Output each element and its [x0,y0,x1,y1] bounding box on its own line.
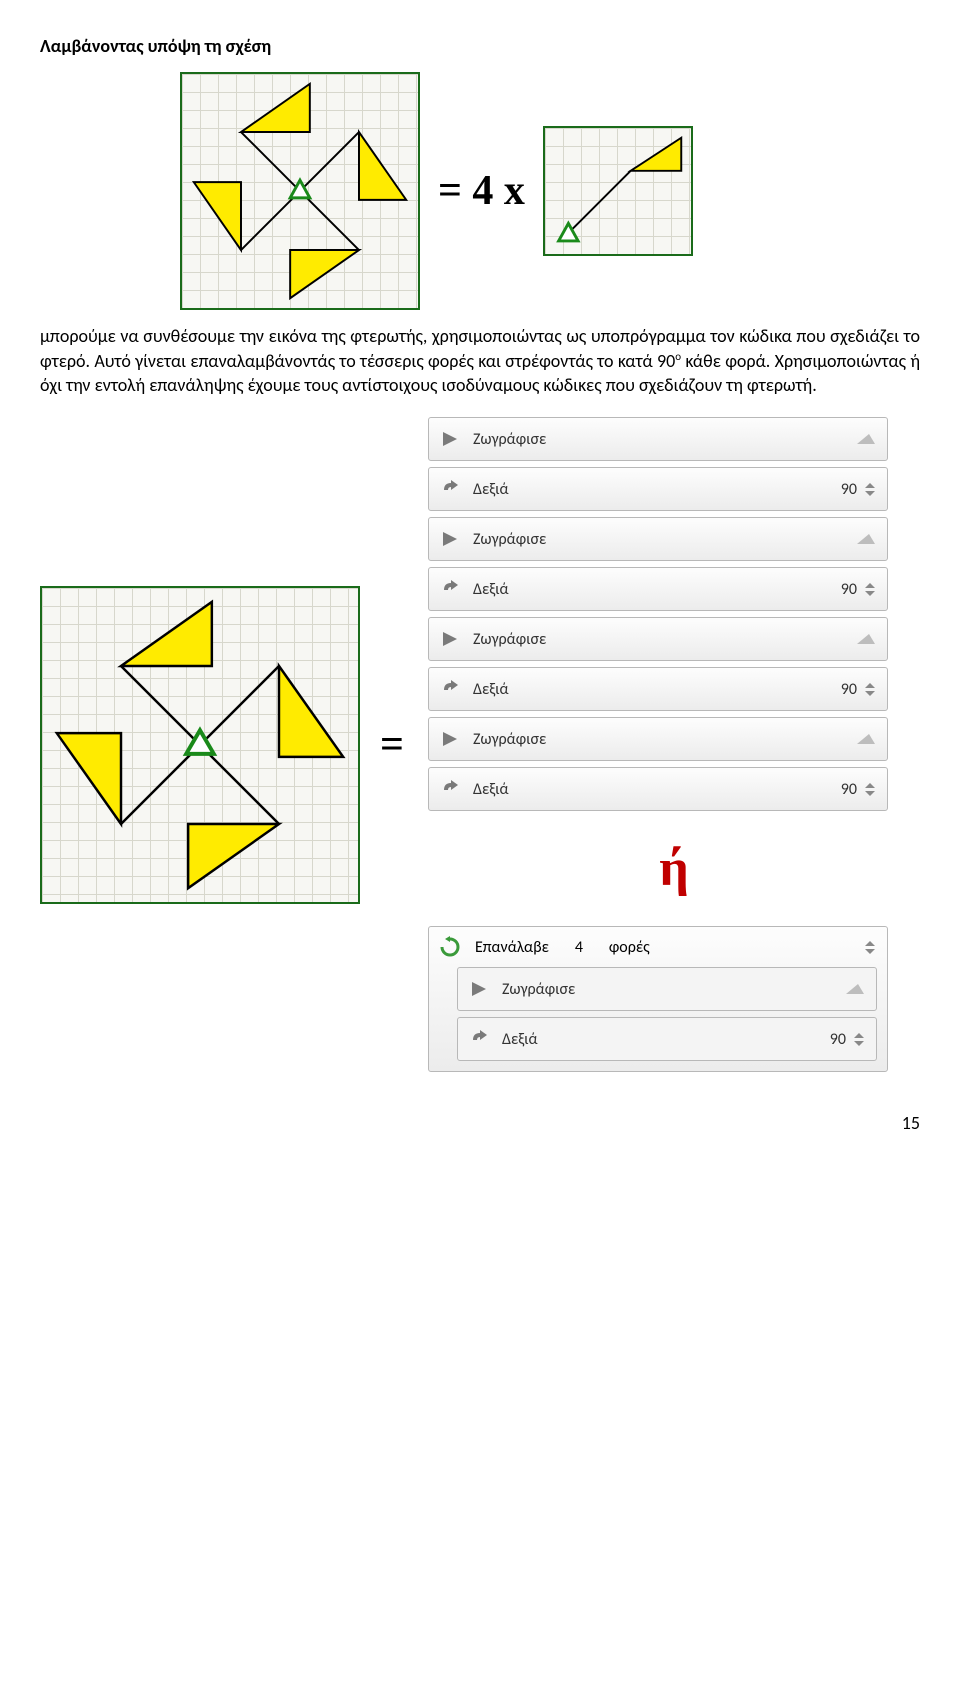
cmd-label: Δεξιά [473,480,509,499]
cmd-label: Ζωγράφισε [473,430,546,449]
cmd-right[interactable]: Δεξιά 90 [428,667,888,711]
cmd-right[interactable]: Δεξιά 90 [428,567,888,611]
equation-2: = Ζωγράφισε Δεξιά 90 Ζωγράφισε [40,417,920,1072]
turtle-icon [855,632,877,646]
repeat-suffix: φορές [609,938,650,957]
repeat-body: Ζωγράφισε Δεξιά 90 [439,967,877,1061]
turn-right-icon [441,780,459,798]
repeat-count: 4 [567,938,591,957]
repeat-icon [439,936,461,958]
code-column: Ζωγράφισε Δεξιά 90 Ζωγράφισε Δεξιά [428,417,920,1072]
paragraph-body: μπορούμε να συνθέσουμε την εικόνα της φτ… [40,324,920,397]
cmd-right[interactable]: Δεξιά 90 [457,1017,877,1061]
cmd-label: Ζωγράφισε [473,730,546,749]
turtle-icon [855,732,877,746]
cmd-value: 90 [817,480,857,499]
cmd-draw[interactable]: Ζωγράφισε [428,617,888,661]
windmill-canvas-large [40,586,360,904]
play-icon [441,630,459,648]
value-spinner[interactable] [865,935,877,959]
cmd-label: Ζωγράφισε [473,630,546,649]
value-spinner[interactable] [865,777,877,801]
single-blade-drawing [545,128,691,255]
cmd-label: Ζωγράφισε [473,530,546,549]
repeat-header: Επανάλαβε 4 φορές [439,935,877,959]
cmd-right[interactable]: Δεξιά 90 [428,767,888,811]
windmill-drawing-large [42,588,358,902]
windmill-drawing [182,74,418,308]
repeat-block[interactable]: Επανάλαβε 4 φορές Ζωγράφισε Δεξιά 90 [428,926,888,1072]
windmill-canvas-small [180,72,420,310]
cmd-value: 90 [806,1030,846,1049]
cmd-draw[interactable]: Ζωγράφισε [428,517,888,561]
play-icon [470,980,488,998]
turtle-icon [855,532,877,546]
equation-1: = 4 x [180,72,920,310]
cmd-value: 90 [817,680,857,699]
value-spinner[interactable] [865,677,877,701]
equals-sign: = [380,721,404,769]
turn-right-icon [441,580,459,598]
heading-text: Λαμβάνοντας υπόψη τη σχέση [40,34,920,58]
cmd-label: Δεξιά [502,1030,538,1049]
cmd-draw[interactable]: Ζωγράφισε [428,417,888,461]
turn-right-icon [441,680,459,698]
cmd-value: 90 [817,780,857,799]
play-icon [441,730,459,748]
turtle-icon [844,982,866,996]
value-spinner[interactable] [865,577,877,601]
turn-right-icon [441,480,459,498]
turn-right-icon [470,1030,488,1048]
single-blade-canvas [543,126,693,256]
turtle-icon [855,432,877,446]
unrolled-commands: Ζωγράφισε Δεξιά 90 Ζωγράφισε Δεξιά [428,417,888,811]
repeat-label: Επανάλαβε [475,938,549,957]
equals-4x: = 4 x [438,167,525,215]
cmd-right[interactable]: Δεξιά 90 [428,467,888,511]
cmd-label: Ζωγράφισε [502,980,575,999]
cmd-label: Δεξιά [473,680,509,699]
page-number: 15 [40,1112,920,1134]
cmd-draw[interactable]: Ζωγράφισε [428,717,888,761]
cmd-value: 90 [817,580,857,599]
value-spinner[interactable] [854,1027,866,1051]
value-spinner[interactable] [865,477,877,501]
play-icon [441,430,459,448]
cmd-label: Δεξιά [473,780,509,799]
cmd-label: Δεξιά [473,580,509,599]
play-icon [441,530,459,548]
or-text: ή [659,840,689,897]
cmd-draw[interactable]: Ζωγράφισε [457,967,877,1011]
